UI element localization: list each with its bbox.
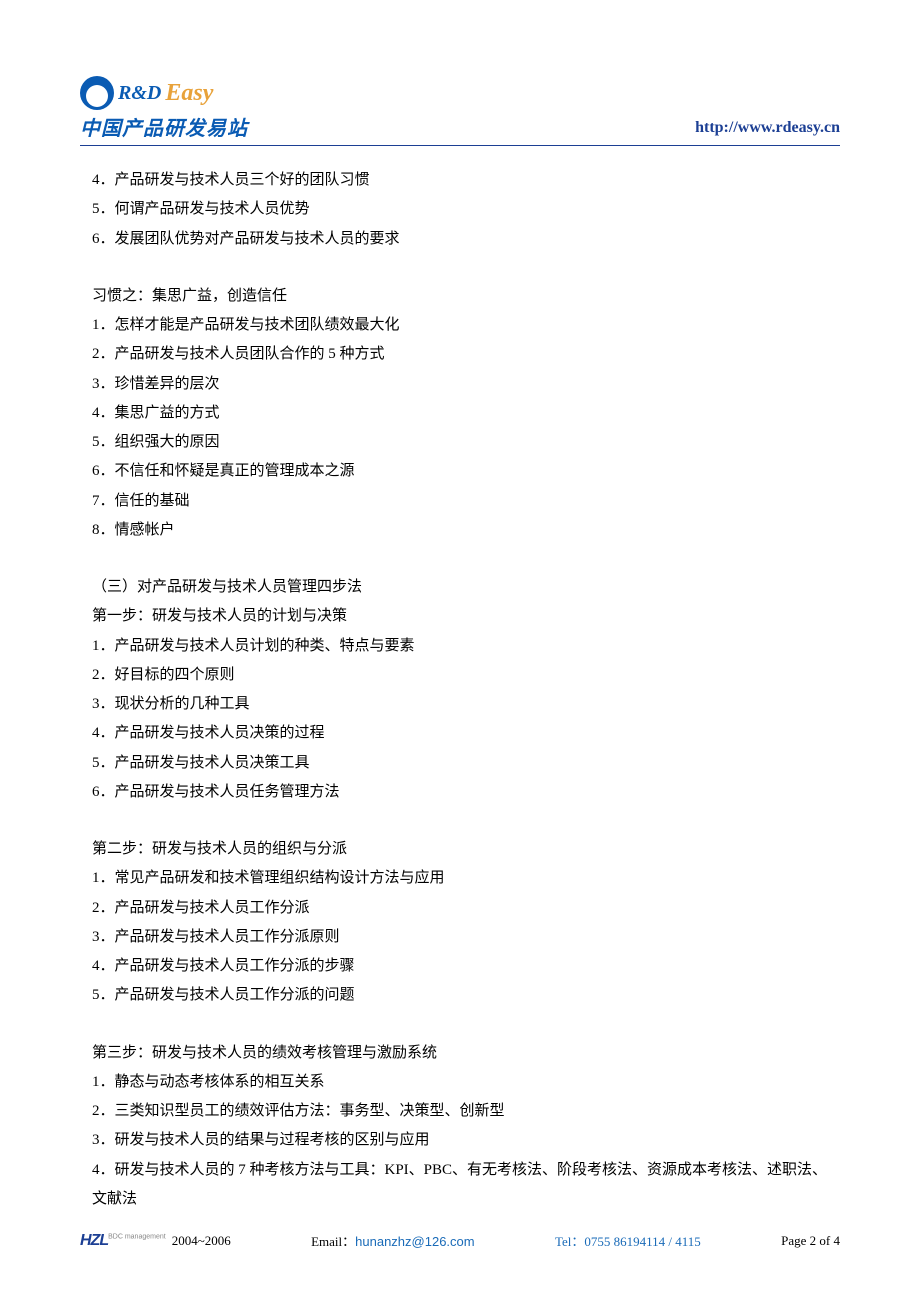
body-line: 3．研发与技术人员的结果与过程考核的区别与应用 [92, 1126, 840, 1155]
body-line: 8．情感帐户 [92, 516, 840, 545]
body-line: 2．好目标的四个原则 [92, 661, 840, 690]
body-line: 4．产品研发与技术人员三个好的团队习惯 [92, 166, 840, 195]
body-line: 第二步：研发与技术人员的组织与分派 [92, 835, 840, 864]
footer-email-value[interactable]: hunanzhz@126.com [355, 1234, 474, 1249]
body-line: 4．研发与技术人员的 7 种考核方法与工具：KPI、PBC、有无考核法、阶段考核… [92, 1156, 840, 1215]
body-line: 3．珍惜差异的层次 [92, 370, 840, 399]
footer-tel-label: Tel： [555, 1234, 584, 1249]
logo-easy-text: Easy [165, 80, 213, 107]
block-spacer [92, 807, 840, 835]
body-line: 1．怎样才能是产品研发与技术团队绩效最大化 [92, 311, 840, 340]
body-line: （三）对产品研发与技术人员管理四步法 [92, 573, 840, 602]
body-line: 6．不信任和怀疑是真正的管理成本之源 [92, 457, 840, 486]
body-line: 第一步：研发与技术人员的计划与决策 [92, 602, 840, 631]
body-line: 4．集思广益的方式 [92, 399, 840, 428]
body-line: 3．产品研发与技术人员工作分派原则 [92, 923, 840, 952]
footer-tel: Tel：0755 86194114 / 4115 [555, 1231, 701, 1250]
block-spacer [92, 545, 840, 573]
block-spacer [92, 1011, 840, 1039]
body-line: 1．静态与动态考核体系的相互关系 [92, 1068, 840, 1097]
body-line: 5．何谓产品研发与技术人员优势 [92, 195, 840, 224]
page-header: R&D Easy 中国产品研发易站 http://www.rdeasy.cn [80, 76, 840, 146]
body-line: 2．产品研发与技术人员团队合作的 5 种方式 [92, 340, 840, 369]
header-url[interactable]: http://www.rdeasy.cn [695, 119, 840, 141]
footer-logo-main: HZL [80, 1232, 108, 1249]
body-line: 习惯之：集思广益，创造信任 [92, 282, 840, 311]
body-line: 2．产品研发与技术人员工作分派 [92, 894, 840, 923]
body-line: 6．产品研发与技术人员任务管理方法 [92, 778, 840, 807]
body-line: 5．组织强大的原因 [92, 428, 840, 457]
footer-page-number: Page 2 of 4 [781, 1233, 840, 1249]
body-line: 1．产品研发与技术人员计划的种类、特点与要素 [92, 632, 840, 661]
block-spacer [92, 254, 840, 282]
footer-email: Email：hunanzhz@126.com [311, 1231, 474, 1250]
body-line: 2．三类知识型员工的绩效评估方法：事务型、决策型、创新型 [92, 1097, 840, 1126]
body-line: 3．现状分析的几种工具 [92, 690, 840, 719]
footer-email-label: Email： [311, 1234, 355, 1249]
body-line: 5．产品研发与技术人员决策工具 [92, 749, 840, 778]
footer-logo-sub: BDC management [108, 1233, 166, 1240]
body-line: 第三步：研发与技术人员的绩效考核管理与激励系统 [92, 1039, 840, 1068]
site-logo: R&D Easy 中国产品研发易站 [80, 76, 248, 141]
footer-tel-value: 0755 86194114 / 4115 [584, 1234, 700, 1249]
page-footer: HZLBDC management 2004~2006 Email：hunanz… [80, 1230, 840, 1250]
footer-logo: HZLBDC management [80, 1232, 166, 1250]
document-body: 4．产品研发与技术人员三个好的团队习惯5．何谓产品研发与技术人员优势6．发展团队… [80, 166, 840, 1214]
smile-icon [80, 76, 114, 110]
body-line: 6．发展团队优势对产品研发与技术人员的要求 [92, 225, 840, 254]
body-line: 5．产品研发与技术人员工作分派的问题 [92, 981, 840, 1010]
body-line: 4．产品研发与技术人员工作分派的步骤 [92, 952, 840, 981]
body-line: 7．信任的基础 [92, 487, 840, 516]
footer-years: 2004~2006 [172, 1233, 231, 1249]
logo-rd-text: R&D [118, 82, 161, 105]
logo-cn-text: 中国产品研发易站 [80, 112, 248, 141]
body-line: 4．产品研发与技术人员决策的过程 [92, 719, 840, 748]
body-line: 1．常见产品研发和技术管理组织结构设计方法与应用 [92, 864, 840, 893]
